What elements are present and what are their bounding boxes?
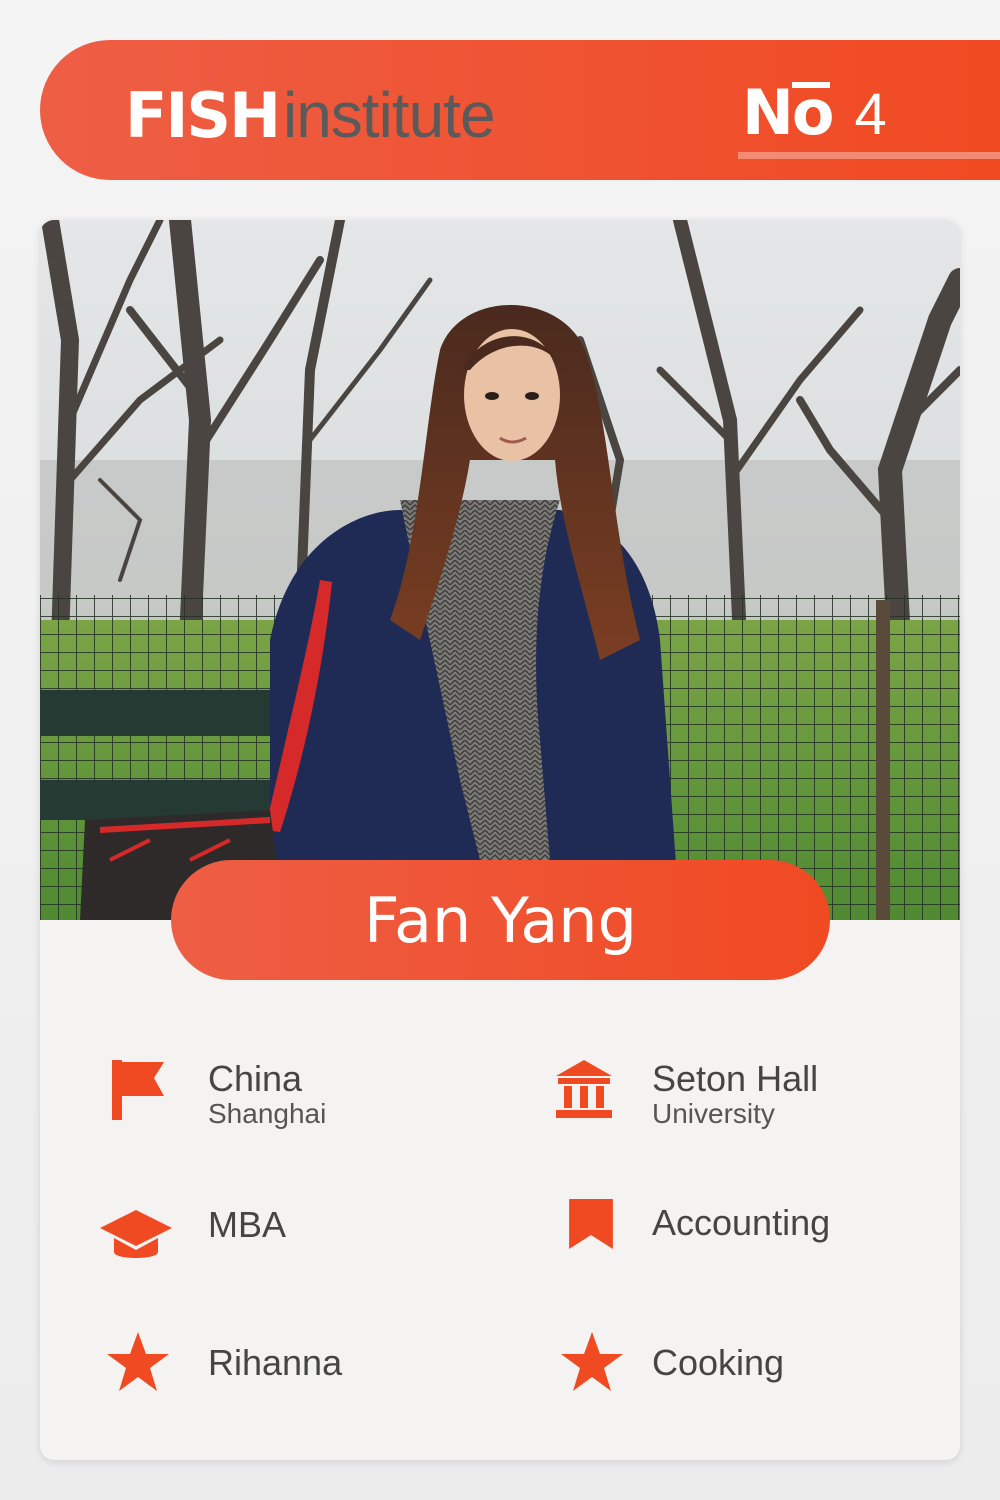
major-name: Accounting (652, 1202, 831, 1243)
portrait-photo (40, 220, 960, 920)
school-type: University (652, 1098, 775, 1129)
institution-icon (556, 1060, 612, 1118)
profile-name: Fan Yang (364, 883, 637, 957)
hobby-name: Cooking (652, 1342, 785, 1383)
star-icon (561, 1332, 623, 1391)
number-underline (738, 152, 1000, 159)
card-number: No 4 (742, 76, 887, 149)
country-name: China (208, 1058, 303, 1099)
profile-card: Fan Yang China Shanghai Seton Hall Unive… (40, 220, 960, 1460)
brand-logo: FISH institute (125, 78, 496, 152)
school-name: Seton Hall (652, 1058, 819, 1099)
brand-bold-text: FISH (125, 79, 281, 152)
star-icon (107, 1332, 169, 1391)
profile-photo (40, 220, 960, 920)
bookmark-icon (569, 1199, 613, 1249)
graduation-cap-icon (100, 1210, 172, 1258)
city-name: Shanghai (208, 1098, 327, 1129)
flag-icon (112, 1060, 164, 1120)
degree-name: MBA (208, 1204, 287, 1245)
number-label: No (742, 76, 834, 149)
brand-light-text: institute (282, 79, 496, 151)
number-value: 4 (854, 82, 887, 147)
artist-name: Rihanna (208, 1342, 343, 1383)
name-banner: Fan Yang (171, 860, 830, 980)
